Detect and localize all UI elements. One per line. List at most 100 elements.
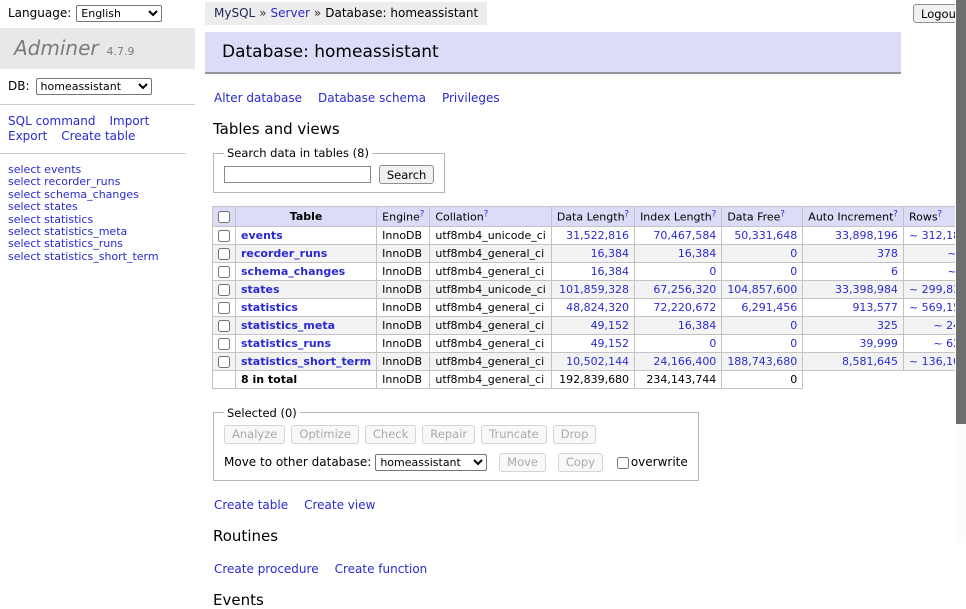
repair-button[interactable]: Repair bbox=[422, 425, 475, 444]
auto-increment-cell[interactable]: 33,398,984 bbox=[803, 280, 904, 298]
routine-link[interactable]: Create procedure bbox=[214, 562, 319, 576]
table-name-link[interactable]: schema_changes bbox=[241, 265, 345, 278]
sidebar-table-link[interactable]: select events bbox=[8, 163, 81, 176]
sidebar-table-link[interactable]: select states bbox=[8, 200, 78, 213]
auto-increment-cell[interactable]: 325 bbox=[803, 316, 904, 334]
data-length-cell[interactable]: 16,384 bbox=[551, 244, 634, 262]
sidebar-table-link[interactable]: select statistics_short_term bbox=[8, 250, 159, 263]
column-help-link[interactable]: ? bbox=[484, 211, 489, 224]
column-help-link[interactable]: ? bbox=[893, 211, 898, 224]
data-length-cell[interactable]: 101,859,328 bbox=[551, 280, 634, 298]
optimize-button[interactable]: Optimize bbox=[291, 425, 359, 444]
index-length-cell[interactable]: 70,467,584 bbox=[635, 226, 722, 244]
move-database-select[interactable]: homeassistant bbox=[375, 454, 487, 471]
sidebar-table-link[interactable]: select schema_changes bbox=[8, 188, 139, 201]
table-name-link[interactable]: statistics bbox=[241, 301, 298, 314]
data-free-cell[interactable]: 0 bbox=[722, 244, 803, 262]
auto-increment-cell[interactable]: 8,581,645 bbox=[803, 352, 904, 370]
column-help-link[interactable]: ? bbox=[625, 211, 630, 224]
table-name-link[interactable]: recorder_runs bbox=[241, 247, 327, 260]
data-free-cell[interactable]: 6,291,456 bbox=[722, 298, 803, 316]
truncate-button[interactable]: Truncate bbox=[481, 425, 547, 444]
search-input[interactable] bbox=[224, 166, 371, 183]
index-length-cell[interactable]: 72,220,672 bbox=[635, 298, 722, 316]
analyze-button[interactable]: Analyze bbox=[224, 425, 285, 444]
row-checkbox[interactable] bbox=[218, 338, 230, 350]
row-checkbox[interactable] bbox=[218, 320, 230, 332]
row-checkbox-cell bbox=[213, 244, 236, 262]
sidebar-menu-link[interactable]: Import bbox=[109, 114, 149, 129]
sidebar-menu-link[interactable]: Export bbox=[8, 129, 47, 144]
language-select[interactable]: English bbox=[76, 5, 162, 22]
sidebar-table-link[interactable]: select statistics bbox=[8, 213, 93, 226]
select-all-checkbox[interactable] bbox=[218, 211, 230, 223]
column-help-link[interactable]: ? bbox=[712, 211, 717, 224]
sidebar-menu-link[interactable]: Create table bbox=[61, 129, 135, 144]
table-name-link[interactable]: statistics_runs bbox=[241, 337, 331, 350]
auto-increment-cell[interactable]: 378 bbox=[803, 244, 904, 262]
auto-increment-cell[interactable]: 6 bbox=[803, 262, 904, 280]
table-name-link[interactable]: states bbox=[241, 283, 280, 296]
database-action-link[interactable]: Alter database bbox=[214, 91, 302, 105]
data-length-cell[interactable]: 49,152 bbox=[551, 316, 634, 334]
index-length-cell[interactable]: 24,166,400 bbox=[635, 352, 722, 370]
sidebar-table-link[interactable]: select statistics_runs bbox=[8, 237, 123, 250]
data-length-cell[interactable]: 10,502,144 bbox=[551, 352, 634, 370]
index-length-cell[interactable]: 16,384 bbox=[635, 316, 722, 334]
column-help-link[interactable]: ? bbox=[420, 211, 425, 224]
row-checkbox[interactable] bbox=[218, 248, 230, 260]
index-length-cell[interactable]: 0 bbox=[635, 262, 722, 280]
collation-cell: utf8mb4_general_ci bbox=[430, 298, 551, 316]
data-free-cell[interactable]: 0 bbox=[722, 316, 803, 334]
data-free-cell[interactable]: 104,857,600 bbox=[722, 280, 803, 298]
overwrite-checkbox[interactable] bbox=[617, 457, 629, 469]
auto-increment-cell[interactable]: 913,577 bbox=[803, 298, 904, 316]
data-length-cell[interactable]: 31,522,816 bbox=[551, 226, 634, 244]
table-row: statistics_runsInnoDButf8mb4_general_ci4… bbox=[213, 334, 966, 352]
sidebar-menu-link[interactable]: SQL command bbox=[8, 114, 95, 129]
sidebar-table-link[interactable]: select recorder_runs bbox=[8, 175, 120, 188]
check-button[interactable]: Check bbox=[365, 425, 416, 444]
scrollbar-thumb[interactable] bbox=[956, 0, 966, 424]
column-help-link[interactable]: ? bbox=[780, 211, 785, 224]
data-length-cell[interactable]: 48,824,320 bbox=[551, 298, 634, 316]
search-legend: Search data in tables (8) bbox=[224, 146, 372, 160]
row-checkbox[interactable] bbox=[218, 284, 230, 296]
move-button[interactable]: Move bbox=[499, 453, 546, 472]
breadcrumb-separator: » bbox=[314, 6, 321, 20]
table-name-link[interactable]: statistics_meta bbox=[241, 319, 335, 332]
copy-button[interactable]: Copy bbox=[558, 453, 603, 472]
auto-increment-cell[interactable]: 33,898,196 bbox=[803, 226, 904, 244]
data-free-cell[interactable]: 188,743,680 bbox=[722, 352, 803, 370]
sidebar-table-link[interactable]: select statistics_meta bbox=[8, 225, 127, 238]
row-checkbox[interactable] bbox=[218, 266, 230, 278]
database-action-link[interactable]: Privileges bbox=[442, 91, 500, 105]
create-link[interactable]: Create view bbox=[304, 498, 375, 512]
table-name-link[interactable]: events bbox=[241, 229, 283, 242]
data-free-cell[interactable]: 0 bbox=[722, 334, 803, 352]
breadcrumb-server-link[interactable]: Server bbox=[271, 6, 310, 20]
search-button[interactable]: Search bbox=[379, 165, 435, 184]
row-checkbox[interactable] bbox=[218, 230, 230, 242]
table-name-link[interactable]: statistics_short_term bbox=[241, 355, 371, 368]
row-checkbox-cell bbox=[213, 262, 236, 280]
row-checkbox[interactable] bbox=[218, 356, 230, 368]
data-free-cell[interactable]: 50,331,648 bbox=[722, 226, 803, 244]
selected-fieldset: Selected (0) AnalyzeOptimizeCheckRepairT… bbox=[213, 406, 699, 481]
database-action-link[interactable]: Database schema bbox=[318, 91, 426, 105]
index-length-cell[interactable]: 0 bbox=[635, 334, 722, 352]
index-length-cell[interactable]: 67,256,320 bbox=[635, 280, 722, 298]
column-help-link[interactable]: ? bbox=[938, 211, 943, 224]
index-length-cell[interactable]: 16,384 bbox=[635, 244, 722, 262]
breadcrumb-mysql-link[interactable]: MySQL bbox=[214, 6, 255, 20]
row-checkbox[interactable] bbox=[218, 302, 230, 314]
db-select[interactable]: homeassistant bbox=[36, 78, 152, 95]
data-length-cell[interactable]: 49,152 bbox=[551, 334, 634, 352]
auto-increment-cell[interactable]: 39,999 bbox=[803, 334, 904, 352]
search-fieldset: Search data in tables (8) Search bbox=[213, 146, 445, 193]
data-length-cell[interactable]: 16,384 bbox=[551, 262, 634, 280]
data-free-cell[interactable]: 0 bbox=[722, 262, 803, 280]
create-link[interactable]: Create table bbox=[214, 498, 288, 512]
routine-link[interactable]: Create function bbox=[335, 562, 428, 576]
drop-button[interactable]: Drop bbox=[553, 425, 597, 444]
